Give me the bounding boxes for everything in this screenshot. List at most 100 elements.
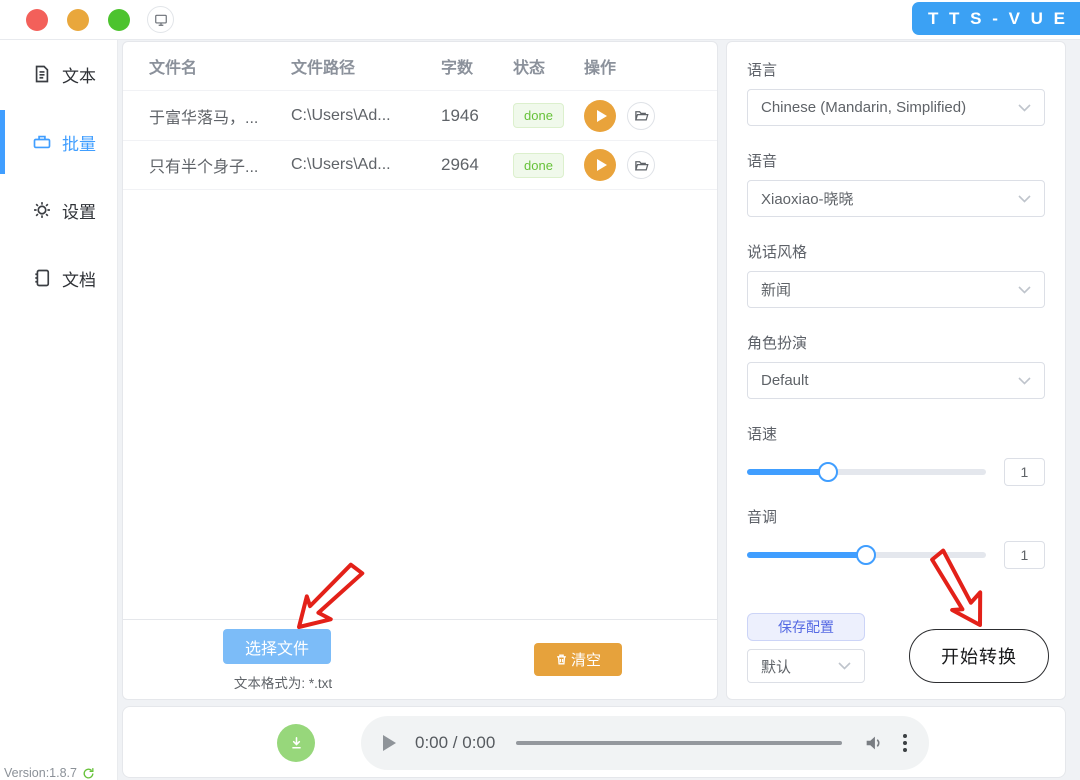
table-header-row: 文件名文件路径字数状态操作 — [123, 42, 717, 90]
play-file-button[interactable] — [584, 149, 616, 181]
file-name-cell: 只有半个身子... — [149, 153, 291, 177]
language-label: 语言 — [747, 59, 1045, 80]
titlebar: T T S - V U E — [0, 0, 1080, 40]
table-footer: 选择文件 文本格式为: *.txt 清空 — [123, 619, 717, 699]
audio-player-panel: 0:00 / 0:00 — [122, 706, 1066, 778]
audio-player: 0:00 / 0:00 — [361, 716, 929, 770]
minimize-window-button[interactable] — [67, 9, 89, 31]
word-count-cell: 2964 — [441, 155, 513, 175]
voice-value: Xiaoxiao-晓晓 — [761, 188, 854, 209]
sidebar-item-label: 设置 — [62, 198, 96, 223]
pitch-value-box[interactable]: 1 — [1004, 541, 1045, 569]
folder-icon — [634, 108, 649, 123]
preset-select[interactable]: 默认 — [747, 649, 865, 683]
sidebar-item-label: 文档 — [62, 266, 96, 291]
speed-slider-fill — [747, 469, 828, 475]
speaking-style-value: 新闻 — [761, 279, 791, 300]
document-icon — [32, 64, 52, 84]
save-config-button[interactable]: 保存配置 — [747, 613, 865, 641]
open-folder-button[interactable] — [627, 102, 655, 130]
gear-icon — [32, 200, 52, 220]
chevron-down-icon — [1018, 195, 1031, 203]
maximize-window-button[interactable] — [108, 9, 130, 31]
sidebar-item-1[interactable]: 批量 — [0, 108, 117, 176]
column-header: 文件路径 — [291, 54, 441, 78]
version-row: Version:1.8.7 — [4, 766, 95, 780]
speed-value-box[interactable]: 1 — [1004, 458, 1045, 486]
sidebar-item-0[interactable]: 文本 — [0, 40, 117, 108]
app-window: T T S - V U E 文本批量设置文档 Version:1.8.7 文件名… — [0, 0, 1080, 780]
app-logo: T T S - V U E — [912, 2, 1080, 35]
speed-slider-handle[interactable] — [818, 462, 838, 482]
select-file-button[interactable]: 选择文件 — [223, 629, 331, 664]
language-value: Chinese (Mandarin, Simplified) — [761, 99, 966, 116]
chevron-down-icon — [1018, 377, 1031, 385]
seek-bar[interactable] — [516, 741, 842, 745]
batch-file-panel: 文件名文件路径字数状态操作 于富华落马，...C:\Users\Ad...194… — [122, 41, 718, 700]
speed-slider[interactable] — [747, 469, 986, 475]
file-path-cell: C:\Users\Ad... — [291, 107, 441, 125]
voice-select[interactable]: Xiaoxiao-晓晓 — [747, 180, 1045, 217]
speaking-style-select[interactable]: 新闻 — [747, 271, 1045, 308]
file-format-hint: 文本格式为: *.txt — [223, 672, 343, 692]
play-icon — [597, 159, 607, 171]
voice-label: 语音 — [747, 150, 1045, 171]
more-options-icon[interactable] — [903, 734, 907, 752]
role-play-select[interactable]: Default — [747, 362, 1045, 399]
file-path-cell: C:\Users\Ad... — [291, 156, 441, 174]
pitch-slider-fill — [747, 552, 866, 558]
preset-column: 保存配置 默认 — [747, 613, 865, 683]
language-select[interactable]: Chinese (Mandarin, Simplified) — [747, 89, 1045, 126]
trash-icon — [555, 653, 568, 666]
clear-list-button[interactable]: 清空 — [534, 643, 622, 676]
sidebar-item-label: 文本 — [62, 62, 96, 87]
column-header: 操作 — [584, 54, 717, 78]
column-header: 字数 — [441, 54, 513, 78]
start-convert-button[interactable]: 开始转换 — [909, 629, 1049, 683]
column-header: 文件名 — [149, 54, 291, 78]
word-count-cell: 1946 — [441, 106, 513, 126]
download-audio-button[interactable] — [277, 724, 315, 762]
pitch-label: 音调 — [747, 506, 1045, 527]
refresh-icon[interactable] — [82, 767, 95, 780]
play-icon — [597, 110, 607, 122]
play-file-button[interactable] — [584, 100, 616, 132]
monitor-icon — [154, 13, 168, 27]
download-icon — [288, 735, 305, 752]
pitch-slider-handle[interactable] — [856, 545, 876, 565]
window-controls — [26, 9, 130, 31]
chevron-down-icon — [1018, 104, 1031, 112]
speaking-style-label: 说话风格 — [747, 241, 1045, 262]
chevron-down-icon — [838, 662, 851, 670]
open-folder-button[interactable] — [627, 151, 655, 179]
monitor-button[interactable] — [147, 6, 174, 33]
playback-time: 0:00 / 0:00 — [415, 733, 495, 753]
docs-icon — [32, 268, 52, 288]
pitch-slider[interactable] — [747, 552, 986, 558]
chevron-down-icon — [1018, 286, 1031, 294]
preset-value: 默认 — [761, 656, 791, 677]
column-header: 状态 — [513, 54, 584, 78]
status-cell: done — [513, 103, 584, 128]
clear-button-label: 清空 — [571, 649, 601, 670]
table-row: 只有半个身子...C:\Users\Ad...2964done — [123, 140, 717, 190]
version-label: Version:1.8.7 — [4, 766, 77, 780]
speed-label: 语速 — [747, 423, 1045, 444]
table-body: 于富华落马，...C:\Users\Ad...1946done只有半个身子...… — [123, 90, 717, 190]
sidebar-nav: 文本批量设置文档 — [0, 40, 117, 312]
sidebar: 文本批量设置文档 Version:1.8.7 — [0, 40, 118, 780]
status-cell: done — [513, 153, 584, 178]
close-window-button[interactable] — [26, 9, 48, 31]
role-play-value: Default — [761, 372, 809, 389]
volume-icon[interactable] — [863, 732, 885, 754]
play-icon[interactable] — [383, 735, 396, 751]
folder-icon — [634, 158, 649, 173]
sidebar-item-label: 批量 — [62, 130, 96, 155]
status-badge: done — [513, 103, 564, 128]
sidebar-item-3[interactable]: 文档 — [0, 244, 117, 312]
table-row: 于富华落马，...C:\Users\Ad...1946done — [123, 90, 717, 140]
sidebar-item-2[interactable]: 设置 — [0, 176, 117, 244]
tts-config-panel: 语言 Chinese (Mandarin, Simplified) 语音 Xia… — [726, 41, 1066, 700]
file-name-cell: 于富华落马，... — [149, 104, 291, 128]
operations-cell — [584, 149, 717, 181]
